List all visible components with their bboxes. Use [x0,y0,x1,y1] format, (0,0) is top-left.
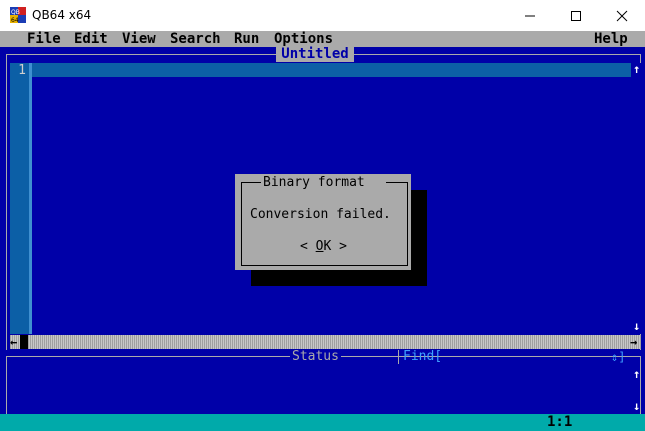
minimize-icon [525,15,535,16]
dialog-message: Conversion failed. [250,207,391,222]
line-number-gutter [10,63,29,334]
ok-left-marker: < [300,239,316,254]
line-number: 1 [18,63,26,78]
find-field[interactable]: Find[ [403,350,442,364]
window-title: QB64 x64 [32,8,92,22]
status-scroll-up-arrow-icon[interactable]: ↑ [633,368,640,380]
menu-options[interactable]: Options [274,31,333,47]
minimize-button[interactable] [507,0,553,31]
dialog-frame-top-left [241,182,261,183]
dialog-frame-top-right [386,182,407,183]
status-panel-label: Status [290,349,341,364]
scroll-up-arrow-icon[interactable]: ↑ [633,63,640,75]
maximize-icon [571,10,581,21]
editor-frame-left [6,54,7,350]
cursor-position: 1:1 [547,414,573,430]
maximize-button[interactable] [553,0,599,31]
close-button[interactable] [599,0,645,31]
dialog-title: Binary format [263,175,365,190]
menu-edit[interactable]: Edit [74,31,108,47]
qb64-app-icon: QB 64 [10,7,26,24]
menu-file[interactable]: File [27,31,61,47]
status-frame-left [6,356,7,414]
current-line-highlight[interactable] [32,63,631,77]
editor-vertical-scrollbar[interactable] [633,63,641,334]
svg-text:QB: QB [11,9,20,16]
menu-help[interactable]: Help [594,31,628,47]
editor-frame-top-left [6,54,276,55]
find-separator [398,350,399,364]
find-toggle-icon[interactable]: ⇕] [611,350,625,364]
svg-text:64: 64 [11,17,19,23]
document-title: Untitled [276,46,354,62]
scroll-left-arrow-icon[interactable]: ← [10,336,17,348]
editor-horizontal-scrollbar[interactable] [10,335,641,349]
status-scroll-down-arrow-icon[interactable]: ↓ [633,400,640,412]
horizontal-scroll-thumb[interactable] [20,335,28,349]
ok-right-marker: > [331,239,347,254]
menu-view[interactable]: View [122,31,156,47]
menu-bar: File Edit View Search Run Options Help [0,31,645,47]
menu-search[interactable]: Search [170,31,221,47]
ok-button[interactable]: < OK > [300,238,347,255]
scroll-down-arrow-icon[interactable]: ↓ [633,320,640,332]
close-icon [616,10,628,21]
scroll-right-arrow-icon[interactable]: → [630,336,637,348]
menu-run[interactable]: Run [234,31,259,47]
editor-frame-top-right [354,54,641,55]
